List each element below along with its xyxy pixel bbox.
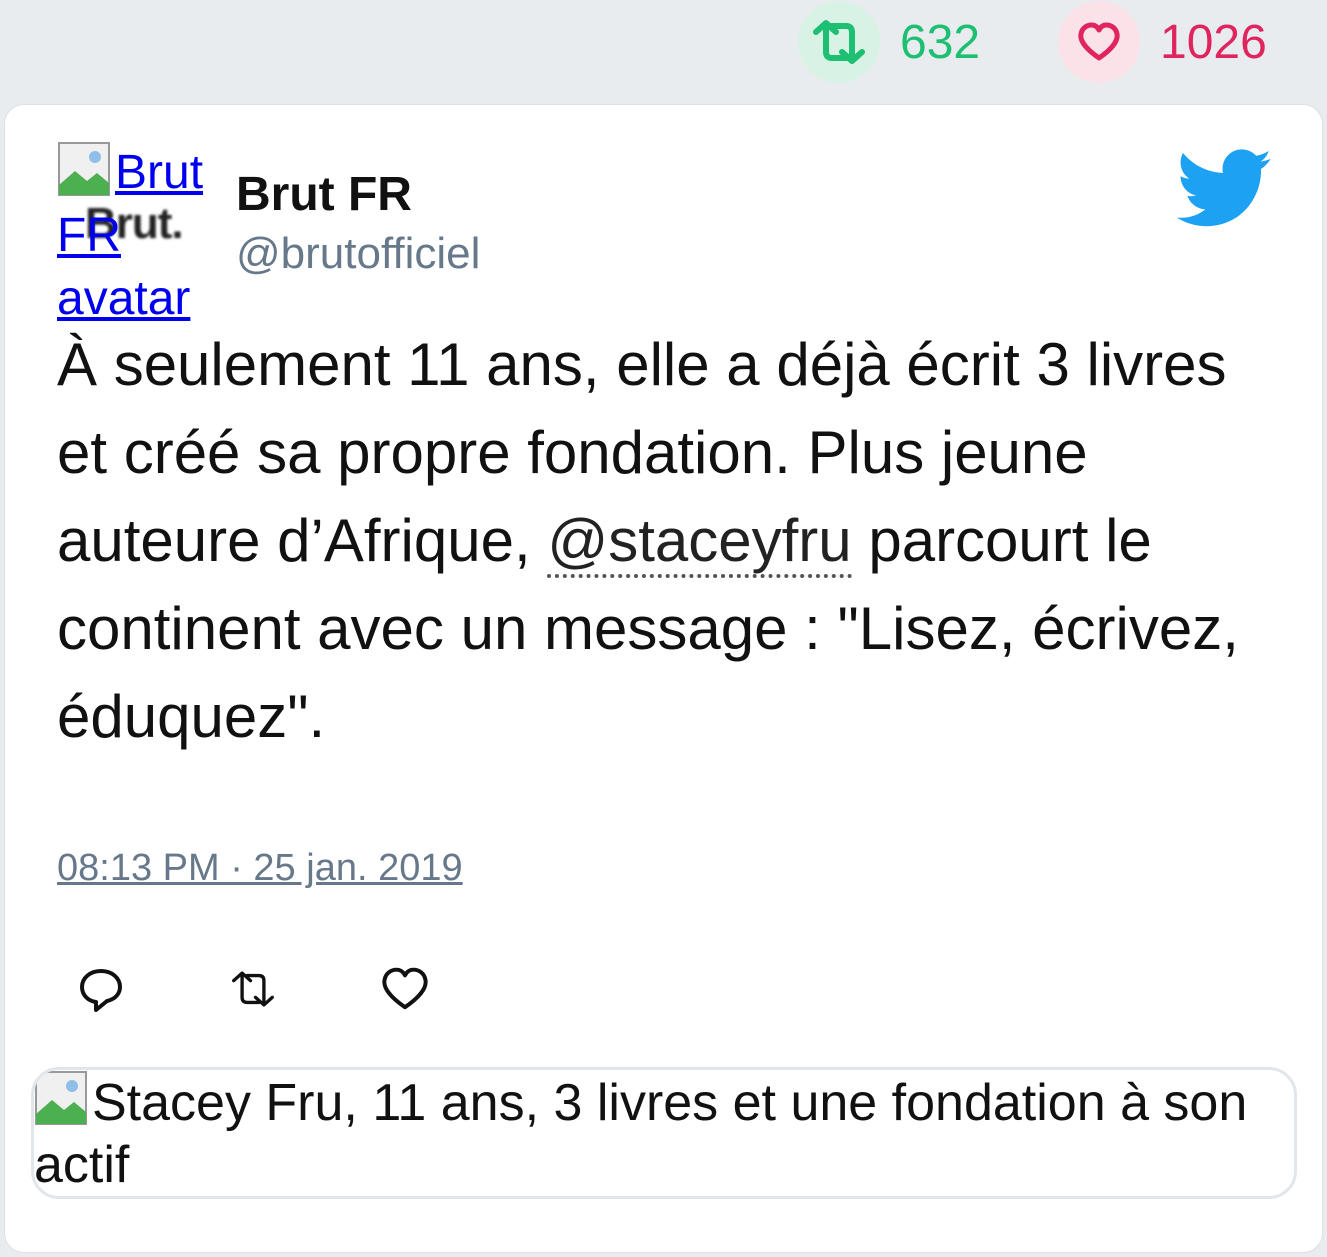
tweet-card: Brut. Brut FR avatar Brut FR @brutofficiel… bbox=[4, 104, 1323, 1253]
retweet-icon[interactable] bbox=[227, 963, 279, 1015]
tweet-timestamp[interactable]: 08:13 PM · 25 jan. 2019 bbox=[57, 847, 463, 890]
broken-image-icon bbox=[35, 1071, 87, 1125]
retweet-count: 632 bbox=[900, 15, 981, 69]
heart-icon[interactable] bbox=[1058, 1, 1140, 83]
mention-link[interactable]: @staceyfru bbox=[547, 507, 852, 578]
retweet-stat[interactable]: 632 bbox=[798, 0, 980, 84]
author-name[interactable]: Brut FR bbox=[236, 167, 412, 222]
twitter-bird-icon[interactable] bbox=[1177, 149, 1273, 229]
link-preview-card[interactable]: Stacey Fru, 11 ans, 3 livres et une fond… bbox=[31, 1067, 1297, 1199]
like-count: 1026 bbox=[1160, 15, 1267, 69]
link-preview-alt-text: Stacey Fru, 11 ans, 3 livres et une fond… bbox=[34, 1074, 1248, 1194]
link-preview-image: Stacey Fru, 11 ans, 3 livres et une fond… bbox=[34, 1070, 1274, 1196]
retweet-icon[interactable] bbox=[798, 1, 880, 83]
tweet-text: À seulement 11 ans, elle a déjà écrit 3 … bbox=[57, 331, 1239, 750]
reply-icon[interactable] bbox=[75, 963, 127, 1015]
author-handle[interactable]: @brutofficiel bbox=[236, 229, 480, 279]
like-icon[interactable] bbox=[379, 963, 431, 1015]
author-avatar[interactable]: Brut. Brut FR avatar bbox=[57, 141, 221, 325]
tweet-actions bbox=[75, 963, 531, 1015]
like-stat[interactable]: 1026 bbox=[1058, 0, 1267, 84]
